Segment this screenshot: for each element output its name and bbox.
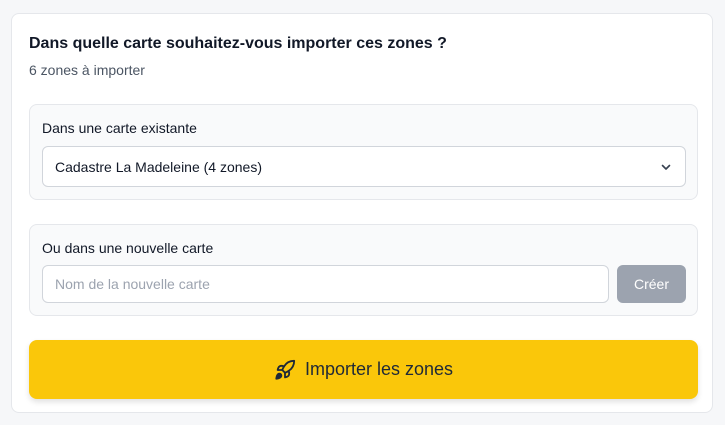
- create-map-button[interactable]: Créer: [617, 265, 686, 303]
- existing-map-label: Dans une carte existante: [42, 120, 197, 136]
- existing-map-section: Dans une carte existante Cadastre La Mad…: [29, 104, 698, 200]
- rocket-icon: [274, 359, 296, 381]
- import-zones-dialog: Dans quelle carte souhaitez-vous importe…: [11, 13, 713, 413]
- existing-map-select[interactable]: Cadastre La Madeleine (4 zones): [42, 146, 686, 187]
- import-zones-button[interactable]: Importer les zones: [29, 340, 698, 399]
- new-map-section: Ou dans une nouvelle carte Créer: [29, 224, 698, 316]
- dialog-title: Dans quelle carte souhaitez-vous importe…: [29, 35, 447, 52]
- zones-count: 6 zones à importer: [29, 62, 145, 78]
- chevron-down-icon: [659, 160, 673, 174]
- existing-map-selected-value: Cadastre La Madeleine (4 zones): [55, 158, 263, 175]
- new-map-name-input[interactable]: [42, 265, 609, 303]
- import-zones-label: Importer les zones: [304, 359, 454, 379]
- new-map-label: Ou dans une nouvelle carte: [42, 240, 214, 256]
